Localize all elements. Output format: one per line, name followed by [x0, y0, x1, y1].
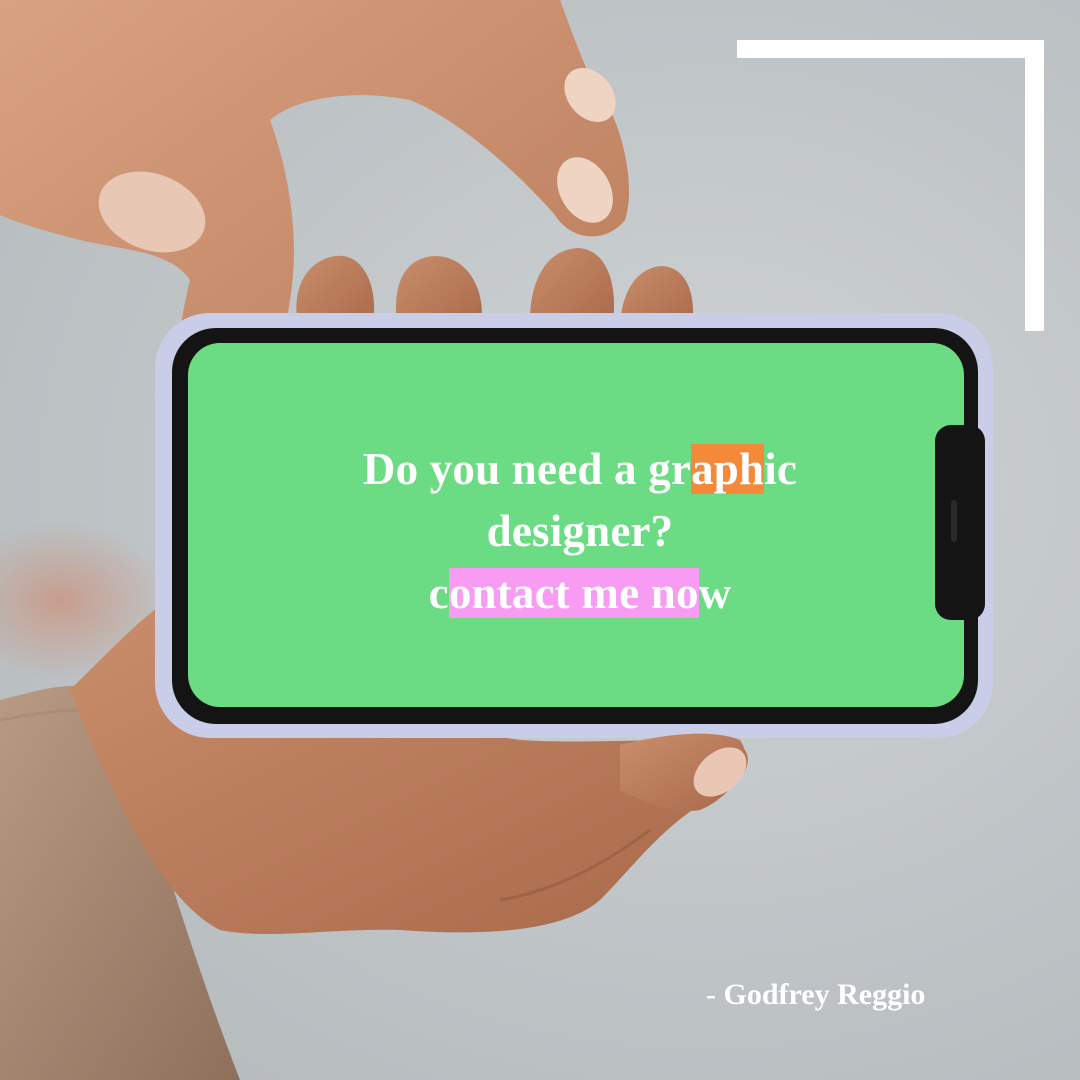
- phone-notch: [935, 425, 985, 620]
- headline-line-2: designer?: [486, 506, 674, 556]
- frame-corner-top: [737, 40, 1044, 58]
- headline-line-3-post: w: [698, 568, 732, 618]
- highlight-orange: aph: [691, 444, 765, 494]
- headline-line-1-post: ic: [764, 444, 798, 494]
- headline-line-3-pre: c: [428, 568, 449, 618]
- headline-line-1: Do you need a graphic: [300, 438, 860, 500]
- headline-line-3: contact me now: [300, 562, 860, 624]
- headline: Do you need a graphic designer? contact …: [300, 438, 860, 624]
- attribution: - Godfrey Reggio: [706, 978, 926, 1011]
- frame-corner-right: [1025, 40, 1044, 331]
- highlight-pink: ontact me no: [448, 568, 699, 618]
- headline-line-1-pre: Do you need a gr: [362, 444, 692, 494]
